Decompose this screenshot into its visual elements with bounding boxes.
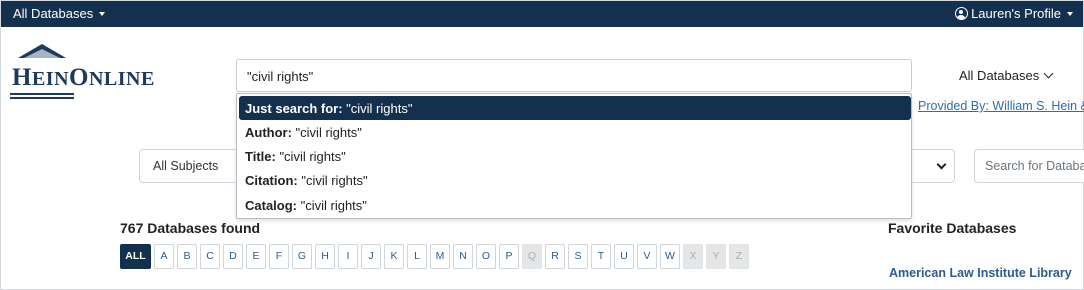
favorite-database-link[interactable]: American Law Institute Library bbox=[889, 266, 1072, 280]
all-databases-menu[interactable]: All Databases bbox=[13, 6, 106, 21]
letter-button-w[interactable]: W bbox=[660, 244, 680, 269]
autocomplete-option-catalog[interactable]: Catalog: "civil rights" bbox=[239, 193, 911, 217]
option-term: "civil rights" bbox=[291, 125, 362, 140]
letter-button-c[interactable]: C bbox=[200, 244, 220, 269]
search-input-value: "civil rights" bbox=[247, 69, 314, 84]
chevron-down-icon bbox=[936, 159, 947, 170]
option-prefix: Just search for: bbox=[245, 101, 343, 116]
letter-button-v[interactable]: V bbox=[637, 244, 657, 269]
subjects-select-toggle[interactable] bbox=[905, 149, 955, 183]
letter-button-z: Z bbox=[729, 244, 749, 269]
logo-rule bbox=[10, 93, 74, 95]
letter-button-m[interactable]: M bbox=[430, 244, 450, 269]
letter-button-f[interactable]: F bbox=[269, 244, 289, 269]
option-prefix: Catalog: bbox=[245, 198, 297, 213]
letter-button-y: Y bbox=[706, 244, 726, 269]
option-term: "civil rights" bbox=[297, 173, 368, 188]
letter-button-n[interactable]: N bbox=[453, 244, 473, 269]
letter-button-a[interactable]: A bbox=[154, 244, 174, 269]
letter-button-q: Q bbox=[522, 244, 542, 269]
search-scope-dropdown[interactable]: All Databases bbox=[959, 68, 1054, 83]
letter-button-i[interactable]: I bbox=[338, 244, 358, 269]
autocomplete-option-author[interactable]: Author: "civil rights" bbox=[239, 120, 911, 144]
letter-button-o[interactable]: O bbox=[476, 244, 496, 269]
letter-button-j[interactable]: J bbox=[361, 244, 381, 269]
top-nav-bar: All Databases Lauren's Profile bbox=[1, 1, 1083, 27]
letter-button-k[interactable]: K bbox=[384, 244, 404, 269]
subjects-select-value: All Subjects bbox=[153, 159, 219, 173]
provided-by-link[interactable]: Provided By: William S. Hein & bbox=[918, 99, 1084, 113]
databases-count: 767 Databases found bbox=[120, 220, 261, 236]
autocomplete-option-title[interactable]: Title: "civil rights" bbox=[239, 144, 911, 168]
autocomplete-dropdown: Just search for: "civil rights" Author: … bbox=[236, 93, 912, 219]
letter-button-x: X bbox=[683, 244, 703, 269]
search-databases-input[interactable]: Search for Databa bbox=[974, 149, 1084, 183]
option-term: "civil rights" bbox=[342, 101, 413, 116]
search-databases-placeholder: Search for Databa bbox=[985, 159, 1084, 173]
heinonline-logo[interactable]: HEINONLINE bbox=[10, 44, 175, 102]
option-prefix: Citation: bbox=[245, 173, 298, 188]
alphabet-filter: ALL A B C D E F G H I J K L M N O P Q R S T U V W X Y Z bbox=[120, 244, 752, 269]
letter-button-d[interactable]: D bbox=[223, 244, 243, 269]
autocomplete-option-citation[interactable]: Citation: "civil rights" bbox=[239, 168, 911, 192]
letter-button-e[interactable]: E bbox=[246, 244, 266, 269]
letter-button-r[interactable]: R bbox=[545, 244, 565, 269]
letter-button-l[interactable]: L bbox=[407, 244, 427, 269]
caret-down-icon bbox=[99, 11, 106, 16]
profile-menu-label: Lauren's Profile bbox=[971, 6, 1061, 21]
subjects-select[interactable]: All Subjects bbox=[139, 149, 239, 183]
option-term: "civil rights" bbox=[297, 198, 367, 213]
option-prefix: Title: bbox=[245, 149, 276, 164]
autocomplete-option-search[interactable]: Just search for: "civil rights" bbox=[239, 96, 911, 120]
option-prefix: Author: bbox=[245, 125, 292, 140]
favorite-databases-heading: Favorite Databases bbox=[888, 220, 1017, 236]
user-circle-icon bbox=[955, 7, 969, 20]
logo-roof-inner bbox=[24, 49, 60, 58]
logo-wordmark: HEINONLINE bbox=[12, 64, 155, 91]
letter-button-all[interactable]: ALL bbox=[120, 244, 151, 269]
chevron-down-icon bbox=[1043, 68, 1054, 79]
letter-button-p[interactable]: P bbox=[499, 244, 519, 269]
option-term: "civil rights" bbox=[275, 149, 346, 164]
logo-rule bbox=[10, 97, 74, 99]
letter-button-b[interactable]: B bbox=[177, 244, 197, 269]
letter-button-u[interactable]: U bbox=[614, 244, 634, 269]
letter-button-h[interactable]: H bbox=[315, 244, 335, 269]
letter-button-s[interactable]: S bbox=[568, 244, 588, 269]
all-databases-menu-label: All Databases bbox=[13, 6, 94, 21]
letter-button-g[interactable]: G bbox=[292, 244, 312, 269]
letter-button-t[interactable]: T bbox=[591, 244, 611, 269]
caret-down-icon bbox=[1067, 11, 1073, 16]
main-search-input[interactable]: "civil rights" bbox=[236, 59, 912, 92]
search-scope-label: All Databases bbox=[959, 68, 1040, 83]
profile-menu[interactable]: Lauren's Profile bbox=[955, 6, 1073, 21]
